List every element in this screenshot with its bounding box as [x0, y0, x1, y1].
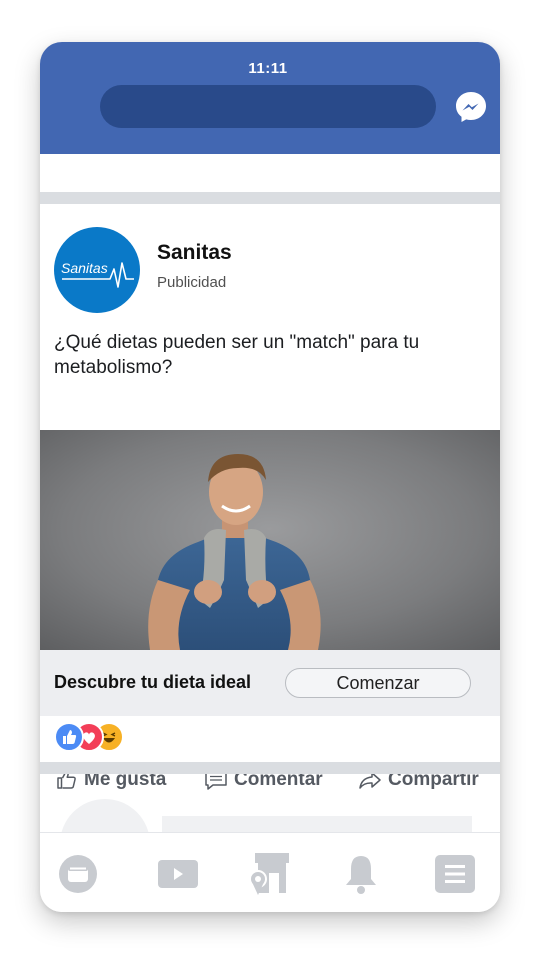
ad-photo [40, 430, 500, 650]
notifications-icon [346, 856, 376, 894]
video-icon [158, 860, 198, 888]
nav-menu[interactable] [432, 851, 478, 897]
post-text: ¿Qué dietas pueden ser un "match" para t… [54, 332, 420, 378]
bottom-navigation [40, 832, 500, 912]
brand-avatar[interactable]: Sanitas [54, 227, 140, 313]
sanitas-logo: Sanitas [61, 260, 134, 288]
feed-spacer [40, 154, 500, 192]
ad-image[interactable] [40, 430, 500, 650]
marketplace-icon [249, 853, 289, 895]
brand-name[interactable]: Sanitas [157, 241, 232, 265]
cta-bar: Descubre tu dieta ideal Comenzar [40, 650, 500, 716]
messenger-button[interactable] [453, 89, 489, 125]
nav-notifications[interactable] [338, 851, 384, 897]
news-feed-icon [59, 855, 97, 893]
svg-text:Sanitas: Sanitas [61, 260, 108, 276]
cta-button[interactable]: Comenzar [285, 668, 471, 698]
nav-news-feed[interactable] [55, 851, 101, 897]
menu-icon [435, 855, 475, 893]
phone-frame: 11:11 Sanitas Sanitas Publicidad ¿Qué di… [40, 42, 500, 912]
nav-video[interactable] [155, 851, 201, 897]
nav-marketplace[interactable] [247, 851, 293, 897]
feed-divider [40, 192, 500, 204]
search-bar[interactable] [100, 85, 436, 128]
status-bar-time: 11:11 [248, 60, 288, 77]
reaction-summary[interactable] [54, 722, 124, 752]
like-reaction-icon [54, 722, 84, 752]
cta-headline: Descubre tu dieta ideal [54, 672, 252, 692]
top-app-bar: 11:11 [40, 42, 500, 154]
feed-divider-2 [40, 762, 500, 774]
sponsored-label: Publicidad [157, 274, 227, 291]
messenger-icon [456, 92, 486, 122]
